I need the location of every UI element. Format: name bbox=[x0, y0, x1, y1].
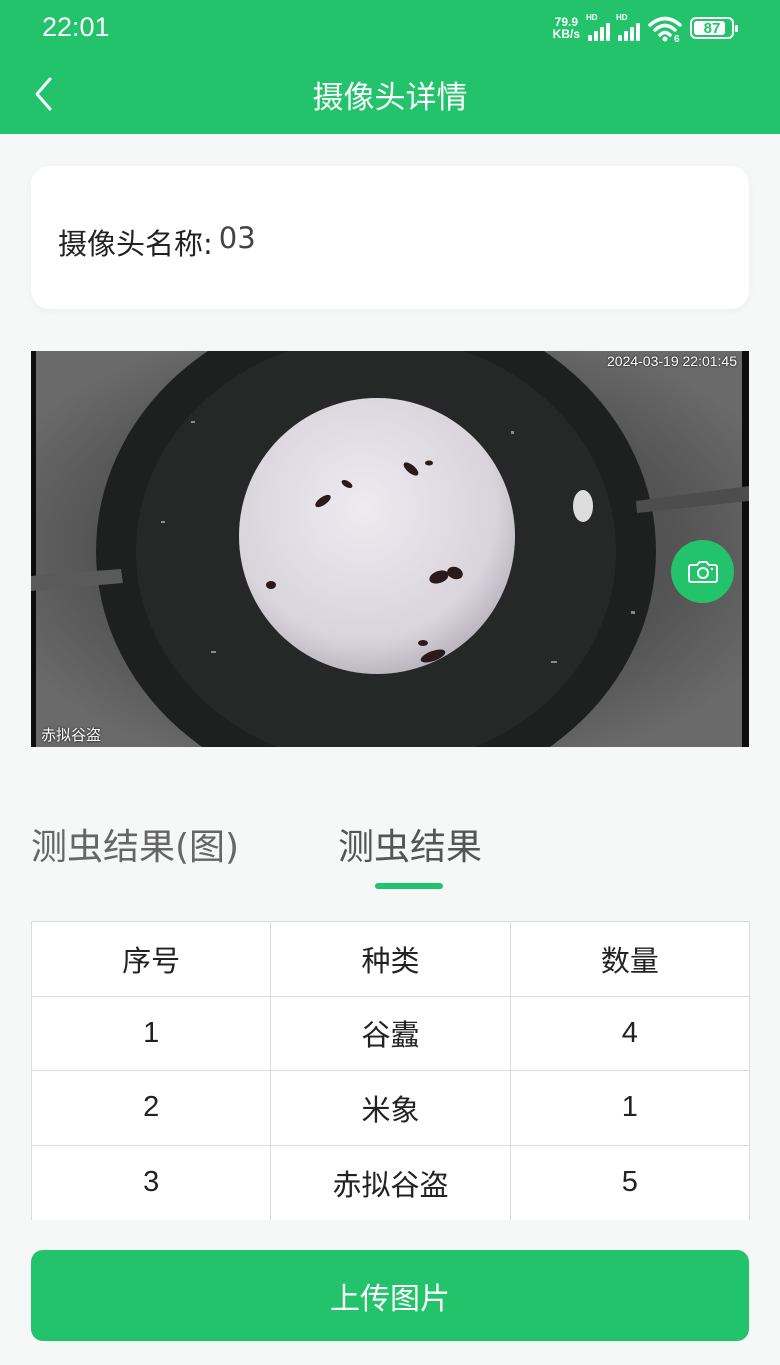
active-tab-indicator bbox=[375, 883, 443, 889]
column-header-species: 种类 bbox=[270, 921, 511, 997]
upload-image-button[interactable]: 上传图片 bbox=[31, 1250, 749, 1341]
cell-species: 赤拟谷盗 bbox=[270, 1144, 511, 1220]
network-speed: 79.9 KB/s bbox=[553, 16, 580, 40]
battery-icon: 87 bbox=[690, 17, 738, 39]
camera-timestamp: 2024-03-19 22:01:45 bbox=[607, 353, 737, 369]
status-icons: 79.9 KB/s HD HD 6 87 bbox=[553, 13, 738, 42]
page-title: 摄像头详情 bbox=[312, 80, 468, 116]
camera-icon bbox=[687, 560, 718, 583]
network-speed-unit: KB/s bbox=[552, 27, 580, 41]
camera-name-value: 03 bbox=[218, 221, 256, 255]
camera-name-row: 摄像头名称: 03 bbox=[58, 221, 256, 263]
column-header-count: 数量 bbox=[509, 921, 751, 997]
cellular-signal-icon: HD bbox=[586, 13, 610, 41]
cell-index: 1 bbox=[30, 995, 272, 1071]
table-header-row: 序号 种类 数量 bbox=[30, 921, 751, 997]
table-row: 1 谷蠹 4 bbox=[30, 995, 751, 1071]
results-table: 序号 种类 数量 1 谷蠹 4 2 米象 1 3 赤拟谷盗 5 bbox=[30, 921, 751, 1220]
snapshot-button[interactable] bbox=[671, 540, 734, 603]
camera-feed[interactable]: 2024-03-19 22:01:45 赤拟谷盗 bbox=[31, 351, 749, 747]
status-bar: 22:01 79.9 KB/s HD HD 6 87 bbox=[0, 0, 780, 58]
cell-index: 3 bbox=[30, 1144, 272, 1220]
cell-count: 1 bbox=[509, 1070, 751, 1146]
table-row: 3 赤拟谷盗 5 bbox=[30, 1144, 751, 1220]
wifi-icon: 6 bbox=[648, 16, 682, 42]
camera-overlay-label: 赤拟谷盗 bbox=[41, 726, 102, 744]
tab-results[interactable]: 测虫结果 bbox=[338, 818, 482, 870]
cell-count: 5 bbox=[509, 1144, 751, 1220]
camera-info-card: 摄像头名称: 03 bbox=[31, 166, 749, 309]
cellular-signal-icon-2: HD bbox=[616, 13, 640, 41]
tab-results-chart[interactable]: 测虫结果(图) bbox=[31, 818, 239, 870]
result-tabs: 测虫结果(图) 测虫结果 bbox=[31, 818, 749, 898]
status-time: 22:01 bbox=[42, 12, 110, 42]
camera-feed-image bbox=[31, 351, 749, 747]
cell-count: 4 bbox=[509, 995, 751, 1071]
column-header-index: 序号 bbox=[30, 921, 272, 997]
camera-name-label: 摄像头名称: bbox=[58, 227, 213, 261]
battery-percent: 87 bbox=[703, 19, 721, 37]
hd-badge: HD bbox=[586, 13, 598, 22]
cell-species: 米象 bbox=[270, 1070, 511, 1146]
table-row: 2 米象 1 bbox=[30, 1070, 751, 1146]
cell-species: 谷蠹 bbox=[270, 995, 511, 1071]
app-header: 22:01 79.9 KB/s HD HD 6 87 摄像头详情 bbox=[0, 0, 780, 134]
hd-badge-2: HD bbox=[616, 13, 628, 22]
wifi-badge: 6 bbox=[674, 34, 680, 42]
cell-index: 2 bbox=[30, 1070, 272, 1146]
